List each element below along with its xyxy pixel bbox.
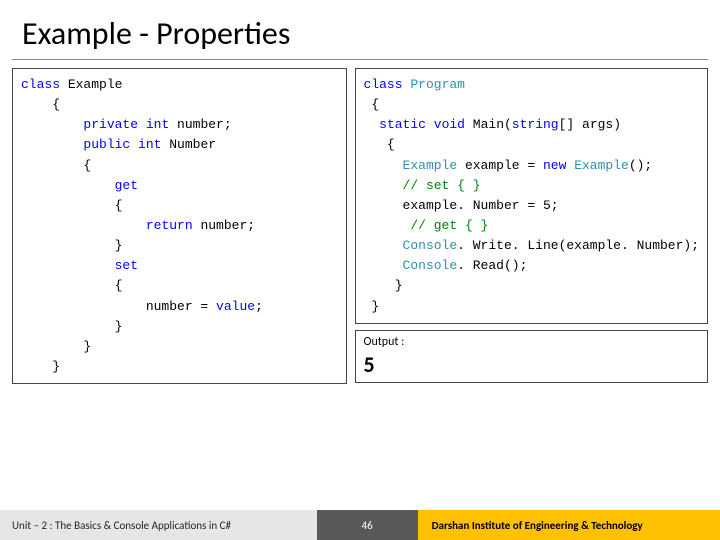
output-box: Output : 5 xyxy=(355,330,708,383)
code-token xyxy=(426,117,434,132)
code-token xyxy=(364,258,403,273)
code-token: int xyxy=(146,117,169,132)
code-token: Program xyxy=(410,77,465,92)
code-box-right: class Program { static void Main(string[… xyxy=(355,68,708,324)
code-token: number; xyxy=(169,117,231,132)
code-line: example. Number = 5; xyxy=(364,198,559,213)
footer-institute: Darshan Institute of Engineering & Techn… xyxy=(418,510,720,540)
code-token: . Write. Line(example. Number); xyxy=(457,238,699,253)
output-label: Output : xyxy=(364,335,699,349)
code-token: Example xyxy=(60,77,122,92)
code-token: number; xyxy=(193,218,255,233)
code-token xyxy=(21,178,115,193)
code-token xyxy=(21,218,146,233)
code-line: { xyxy=(364,97,380,112)
code-token xyxy=(364,218,411,233)
code-token: [] args) xyxy=(559,117,621,132)
code-token: Main( xyxy=(465,117,512,132)
code-token: number = xyxy=(21,299,216,314)
code-token: ; xyxy=(255,299,263,314)
code-token: public xyxy=(83,137,130,152)
code-line: { xyxy=(21,158,91,173)
code-token xyxy=(138,117,146,132)
code-token: Example xyxy=(574,158,629,173)
code-token: static xyxy=(379,117,426,132)
code-line: } xyxy=(364,299,380,314)
code-token: . Read(); xyxy=(457,258,527,273)
code-token: value xyxy=(216,299,255,314)
code-token xyxy=(364,117,380,132)
code-token: Example xyxy=(403,158,458,173)
code-line: } xyxy=(21,319,122,334)
code-token: Number xyxy=(161,137,216,152)
code-box-left: class Example { private int number; publ… xyxy=(12,68,347,384)
code-token: string xyxy=(512,117,559,132)
slide-title: Example - Properties xyxy=(0,0,720,59)
code-token xyxy=(364,158,403,173)
footer-unit: Unit – 2 : The Basics & Console Applicat… xyxy=(0,510,317,540)
code-token: (); xyxy=(629,158,652,173)
code-token: class xyxy=(21,77,60,92)
code-token: get xyxy=(115,178,138,193)
footer: Unit – 2 : The Basics & Console Applicat… xyxy=(0,510,720,540)
footer-page-number: 46 xyxy=(317,510,418,540)
code-token: Console xyxy=(403,238,458,253)
code-token: return xyxy=(146,218,193,233)
code-token xyxy=(21,117,83,132)
code-line: } xyxy=(364,278,403,293)
code-line: { xyxy=(21,278,122,293)
code-token: private xyxy=(83,117,138,132)
code-token xyxy=(21,258,115,273)
code-token xyxy=(21,137,83,152)
code-line: { xyxy=(21,97,60,112)
code-token: class xyxy=(364,77,403,92)
code-token xyxy=(130,137,138,152)
output-value: 5 xyxy=(364,349,699,378)
code-line: } xyxy=(21,339,91,354)
code-line: } xyxy=(21,359,60,374)
code-token: Console xyxy=(403,258,458,273)
code-comment: // set { } xyxy=(403,178,481,193)
code-token: new xyxy=(543,158,566,173)
content-columns: class Example { private int number; publ… xyxy=(0,68,720,384)
code-token xyxy=(364,238,403,253)
code-line: } xyxy=(21,238,122,253)
code-token: void xyxy=(434,117,465,132)
right-column: class Program { static void Main(string[… xyxy=(355,68,708,384)
code-comment: // get { } xyxy=(410,218,488,233)
code-token: set xyxy=(115,258,138,273)
divider xyxy=(12,59,708,60)
code-token xyxy=(364,178,403,193)
code-token: int xyxy=(138,137,161,152)
code-token: example = xyxy=(457,158,543,173)
code-line: { xyxy=(364,137,395,152)
left-column: class Example { private int number; publ… xyxy=(12,68,347,384)
code-line: { xyxy=(21,198,122,213)
